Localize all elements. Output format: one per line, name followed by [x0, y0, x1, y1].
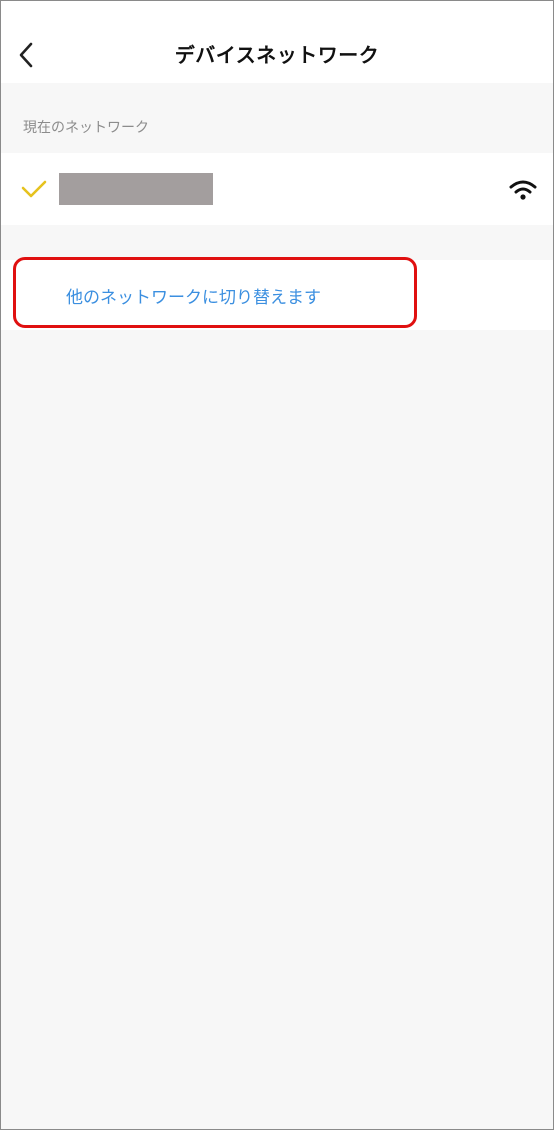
wifi-icon: [509, 180, 537, 200]
switch-network-button[interactable]: 他のネットワークに切り替えます: [66, 283, 321, 308]
switch-network-row[interactable]: 他のネットワークに切り替えます: [1, 260, 553, 330]
current-network-row: [1, 153, 553, 225]
network-name-redacted: [59, 173, 213, 205]
page-title: デバイスネットワーク: [174, 43, 380, 67]
current-network-section-label: 現在のネットワーク: [23, 120, 149, 136]
checkmark-icon: [21, 180, 47, 198]
screen: デバイスネットワーク 現在のネットワーク 他のネットワークに切り替えます: [0, 0, 554, 1130]
app-header: デバイスネットワーク: [1, 1, 553, 83]
